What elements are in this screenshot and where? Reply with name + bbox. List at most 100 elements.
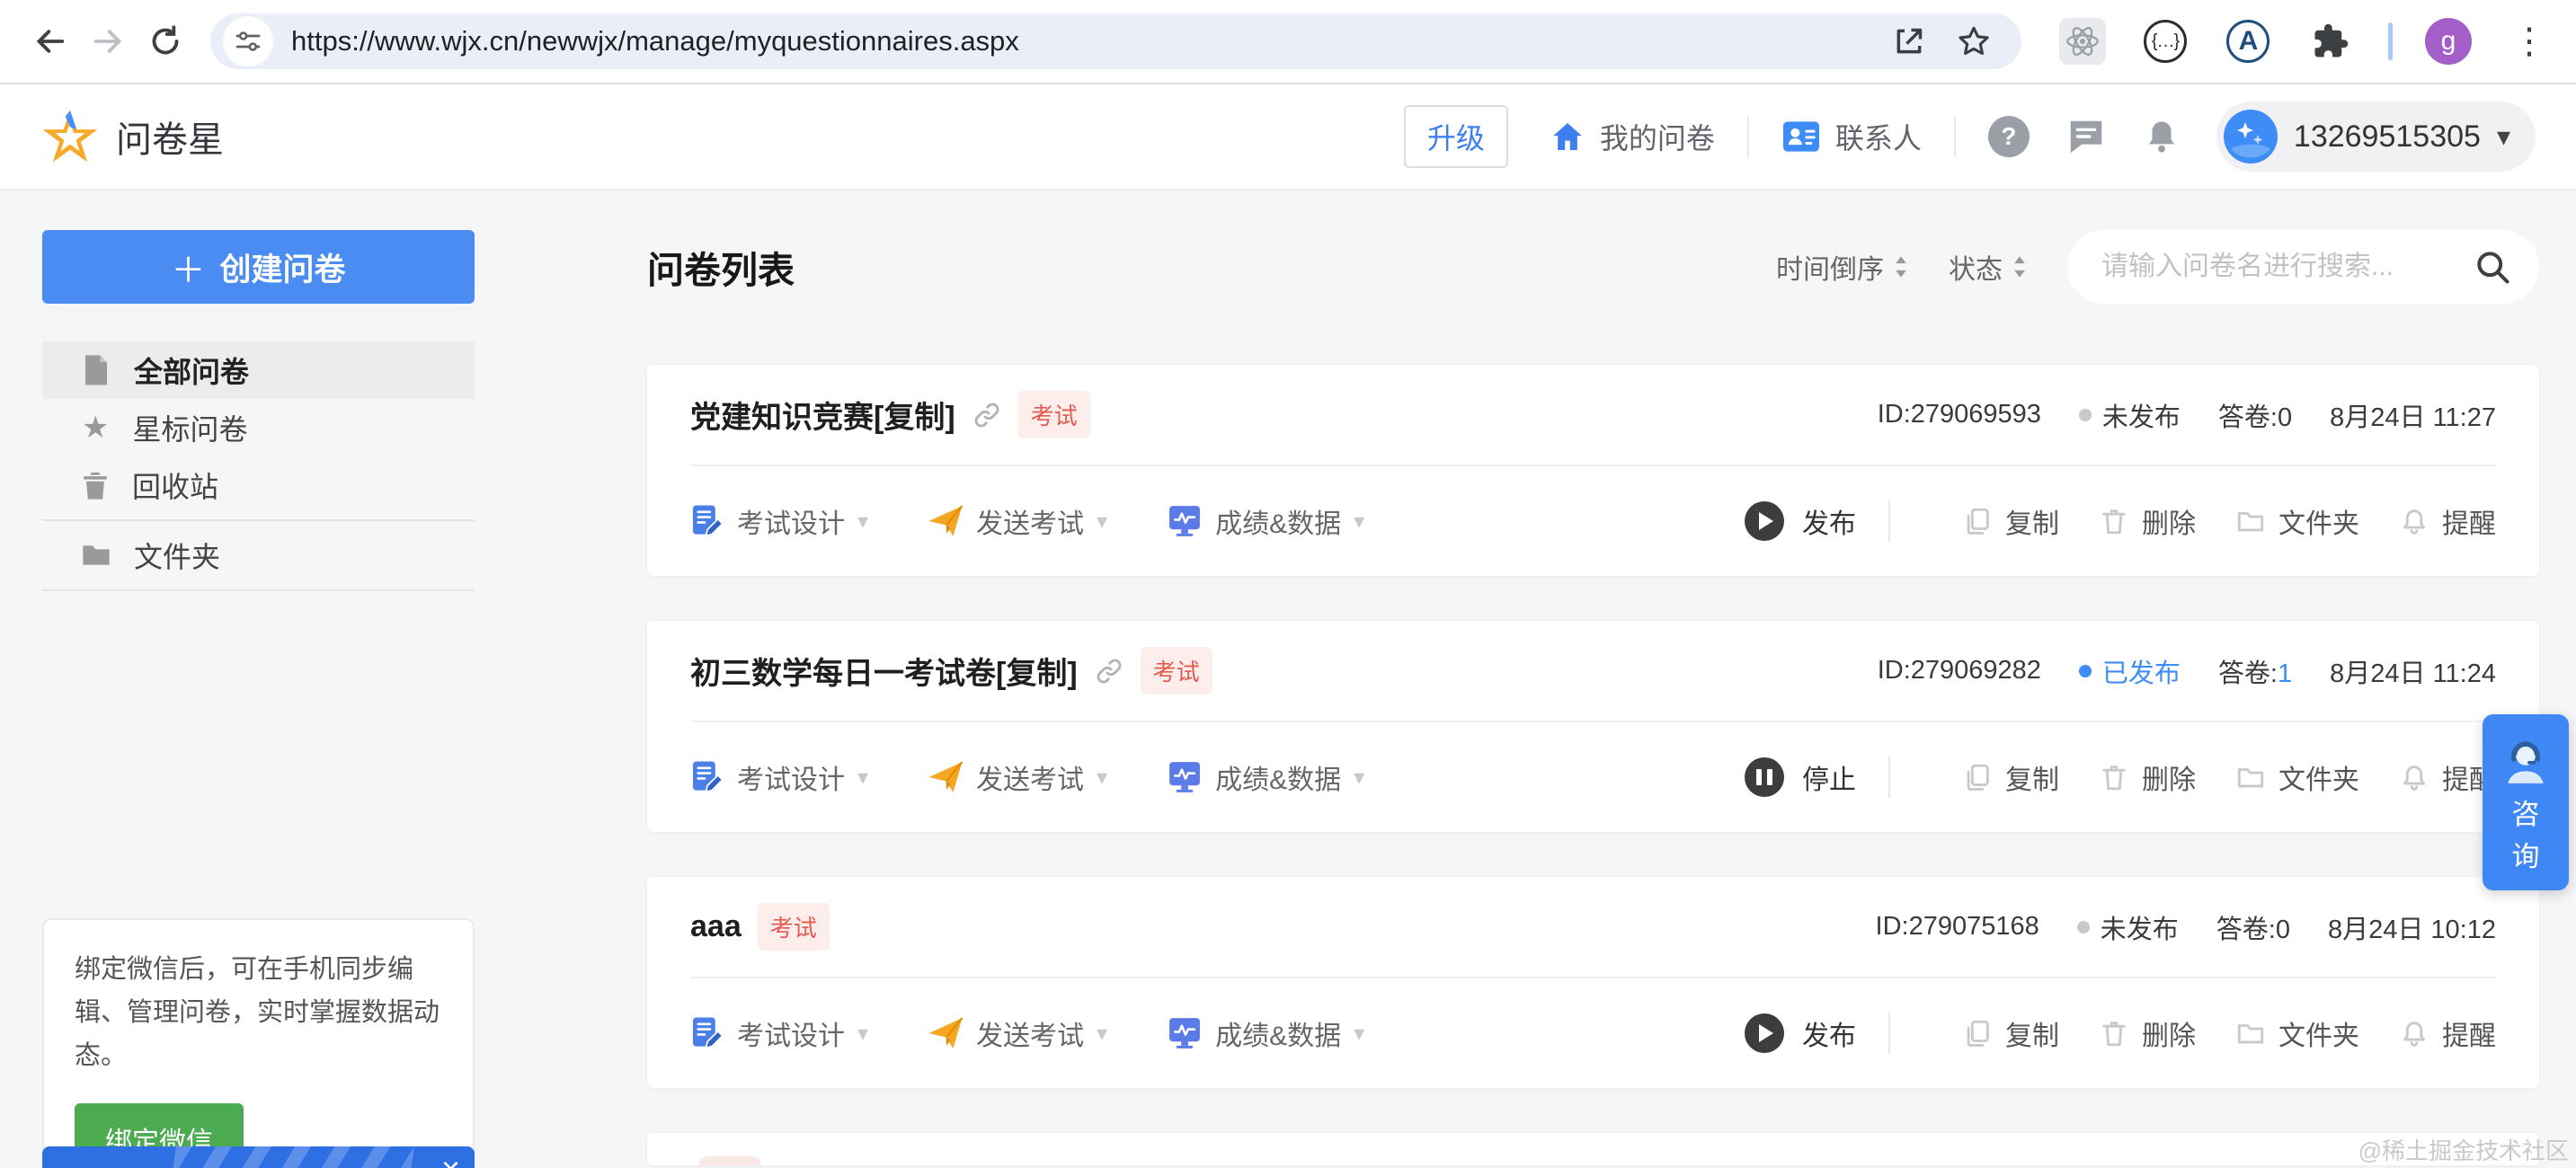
status-badge: 未发布 bbox=[2077, 908, 2179, 946]
search-box[interactable] bbox=[2067, 230, 2539, 304]
link-icon[interactable] bbox=[1094, 656, 1124, 686]
folder-button[interactable]: 文件夹 bbox=[2235, 1013, 2359, 1053]
sidebar-item-all[interactable]: 全部问卷 bbox=[42, 341, 475, 399]
copy-button[interactable]: 复制 bbox=[1962, 1013, 2059, 1053]
exam-design-dropdown[interactable]: 考试设计 ▾ bbox=[690, 501, 868, 541]
search-icon[interactable] bbox=[2473, 247, 2512, 287]
remind-button[interactable]: 提醒 bbox=[2399, 501, 2496, 541]
card-title-row: 初三数学每日一考试卷[复制] 考试 ID:279069282 已发布 答卷:1 … bbox=[690, 621, 2496, 721]
sidebar-divider bbox=[42, 589, 475, 591]
exam-design-dropdown[interactable]: 考试设计 ▾ bbox=[690, 757, 868, 797]
link-icon[interactable] bbox=[972, 400, 1002, 430]
sidebar-menu: 全部问卷 ★ 星标问卷 回收站 文件夹 bbox=[42, 341, 475, 591]
questionnaire-title[interactable]: 党建知识竞赛[复制] bbox=[690, 393, 955, 437]
actions-divider bbox=[1888, 757, 1890, 798]
create-questionnaire-button[interactable]: ＋ 创建问卷 bbox=[42, 230, 475, 304]
address-bar[interactable]: https://www.wjx.cn/newwjx/manage/myquest… bbox=[210, 13, 2021, 69]
paper-plane-icon bbox=[928, 1015, 964, 1051]
close-icon[interactable]: × bbox=[441, 1150, 460, 1168]
search-input[interactable] bbox=[2101, 252, 2473, 282]
status-text: 未发布 bbox=[2101, 908, 2179, 946]
wechat-tip-text: 绑定微信后，可在手机同步编辑、管理问卷，实时掌握数据动态。 bbox=[75, 949, 442, 1078]
sort-arrows-icon bbox=[2012, 255, 2028, 279]
remind-button[interactable]: 提醒 bbox=[2399, 1013, 2496, 1053]
questionnaire-title[interactable]: 初三数学每日一考试卷[复制] bbox=[690, 649, 1078, 693]
delete-label: 删除 bbox=[2142, 1013, 2196, 1053]
delete-button[interactable]: 删除 bbox=[2099, 1013, 2196, 1053]
feedback-button[interactable] bbox=[2065, 116, 2107, 157]
card-date: 8月24日 11:27 bbox=[2330, 396, 2496, 434]
send-exam-dropdown[interactable]: 发送考试 ▾ bbox=[928, 757, 1107, 797]
folder-outline-icon bbox=[2235, 1018, 2266, 1049]
actions-divider bbox=[1888, 1013, 1890, 1054]
copy-button[interactable]: 复制 bbox=[1962, 757, 2059, 797]
browser-back-button[interactable] bbox=[22, 13, 79, 70]
scores-data-dropdown[interactable]: 成绩&数据 ▾ bbox=[1167, 1013, 1364, 1053]
folder-button[interactable]: 文件夹 bbox=[2235, 501, 2359, 541]
bell-outline-icon bbox=[2399, 506, 2429, 536]
status-text: 未发布 bbox=[2102, 396, 2181, 434]
sidebar-item-label: 全部问卷 bbox=[134, 350, 249, 391]
publish-button[interactable]: 发布 bbox=[1745, 501, 1856, 541]
browser-profile-avatar[interactable]: g bbox=[2425, 18, 2472, 65]
sidebar-item-trash[interactable]: 回收站 bbox=[42, 456, 475, 514]
help-button[interactable]: ? bbox=[1988, 116, 2030, 157]
pause-icon bbox=[1745, 757, 1784, 797]
header-divider bbox=[1747, 116, 1749, 157]
sort-by-status[interactable]: 状态 bbox=[1949, 247, 2028, 287]
folder-label: 文件夹 bbox=[2278, 757, 2359, 797]
sidebar-item-folders[interactable]: 文件夹 bbox=[42, 526, 475, 584]
nav-contacts-label: 联系人 bbox=[1835, 116, 1922, 157]
browser-forward-button[interactable] bbox=[79, 13, 137, 70]
browser-reload-button[interactable] bbox=[137, 13, 194, 70]
promo-banner[interactable]: × bbox=[42, 1146, 475, 1168]
questionnaire-title[interactable]: aaa bbox=[690, 909, 742, 944]
account-menu[interactable]: 13269515305 ▾ bbox=[2216, 102, 2536, 172]
contacts-icon bbox=[1781, 119, 1821, 155]
copy-icon bbox=[1962, 506, 1993, 536]
letter-a-icon: A bbox=[2226, 20, 2270, 63]
delete-button[interactable]: 删除 bbox=[2099, 501, 2196, 541]
extensions-menu-button[interactable] bbox=[2305, 16, 2356, 66]
status-badge: 未发布 bbox=[2079, 396, 2181, 434]
notifications-button[interactable] bbox=[2143, 116, 2181, 157]
browser-toolbar: https://www.wjx.cn/newwjx/manage/myquest… bbox=[0, 0, 2576, 84]
scores-data-dropdown[interactable]: 成绩&数据 ▾ bbox=[1167, 757, 1364, 797]
folder-button[interactable]: 文件夹 bbox=[2235, 757, 2359, 797]
bookmark-button[interactable] bbox=[1948, 15, 2000, 67]
upgrade-button[interactable]: 升级 bbox=[1404, 105, 1508, 168]
publish-button[interactable]: 发布 bbox=[1745, 1013, 1856, 1053]
remind-button[interactable]: 提醒 bbox=[2399, 757, 2496, 797]
sort-by-time[interactable]: 时间倒序 bbox=[1776, 247, 1909, 287]
status-text: 已发布 bbox=[2102, 652, 2181, 690]
wechat-bind-panel: 绑定微信后，可在手机同步编辑、管理问卷，实时掌握数据动态。 绑定微信 bbox=[42, 918, 475, 1168]
sidebar-item-label: 文件夹 bbox=[134, 535, 220, 576]
delete-button[interactable]: 删除 bbox=[2099, 757, 2196, 797]
sidebar-item-starred[interactable]: ★ 星标问卷 bbox=[42, 399, 475, 456]
send-exam-label: 发送考试 bbox=[976, 1013, 1084, 1053]
browser-menu-button[interactable]: ⋮ bbox=[2504, 23, 2554, 59]
react-devtools-extension[interactable] bbox=[2057, 16, 2108, 66]
copy-label: 复制 bbox=[2005, 1013, 2059, 1053]
card-meta: ID:279069593 未发布 答卷:0 8月24日 11:27 bbox=[1840, 396, 2496, 434]
url-text[interactable]: https://www.wjx.cn/newwjx/manage/myquest… bbox=[291, 25, 1870, 58]
delete-label: 删除 bbox=[2142, 501, 2196, 541]
stop-button[interactable]: 停止 bbox=[1745, 757, 1856, 797]
exam-design-dropdown[interactable]: 考试设计 ▾ bbox=[690, 1013, 868, 1053]
document-icon bbox=[82, 354, 111, 386]
site-info-button[interactable] bbox=[223, 16, 273, 66]
questionnaire-card: 党建知识竞赛[复制] 考试 ID:279069593 未发布 答卷:0 8月24… bbox=[647, 365, 2539, 576]
braces-extension[interactable]: {…} bbox=[2140, 16, 2190, 66]
share-button[interactable] bbox=[1883, 15, 1935, 67]
reader-extension[interactable]: A bbox=[2223, 16, 2273, 66]
stop-label: 停止 bbox=[1802, 757, 1856, 797]
copy-button[interactable]: 复制 bbox=[1962, 501, 2059, 541]
send-exam-dropdown[interactable]: 发送考试 ▾ bbox=[928, 501, 1107, 541]
scores-data-dropdown[interactable]: 成绩&数据 ▾ bbox=[1167, 501, 1364, 541]
nav-my-questionnaires[interactable]: 我的问卷 bbox=[1550, 116, 1715, 157]
send-exam-dropdown[interactable]: 发送考试 ▾ bbox=[928, 1013, 1107, 1053]
questionnaire-id: ID:279069282 bbox=[1878, 656, 2041, 686]
nav-contacts[interactable]: 联系人 bbox=[1781, 116, 1922, 157]
consult-widget[interactable]: 咨 询 bbox=[2483, 714, 2569, 890]
wjx-logo[interactable]: 问卷星 bbox=[40, 107, 224, 166]
